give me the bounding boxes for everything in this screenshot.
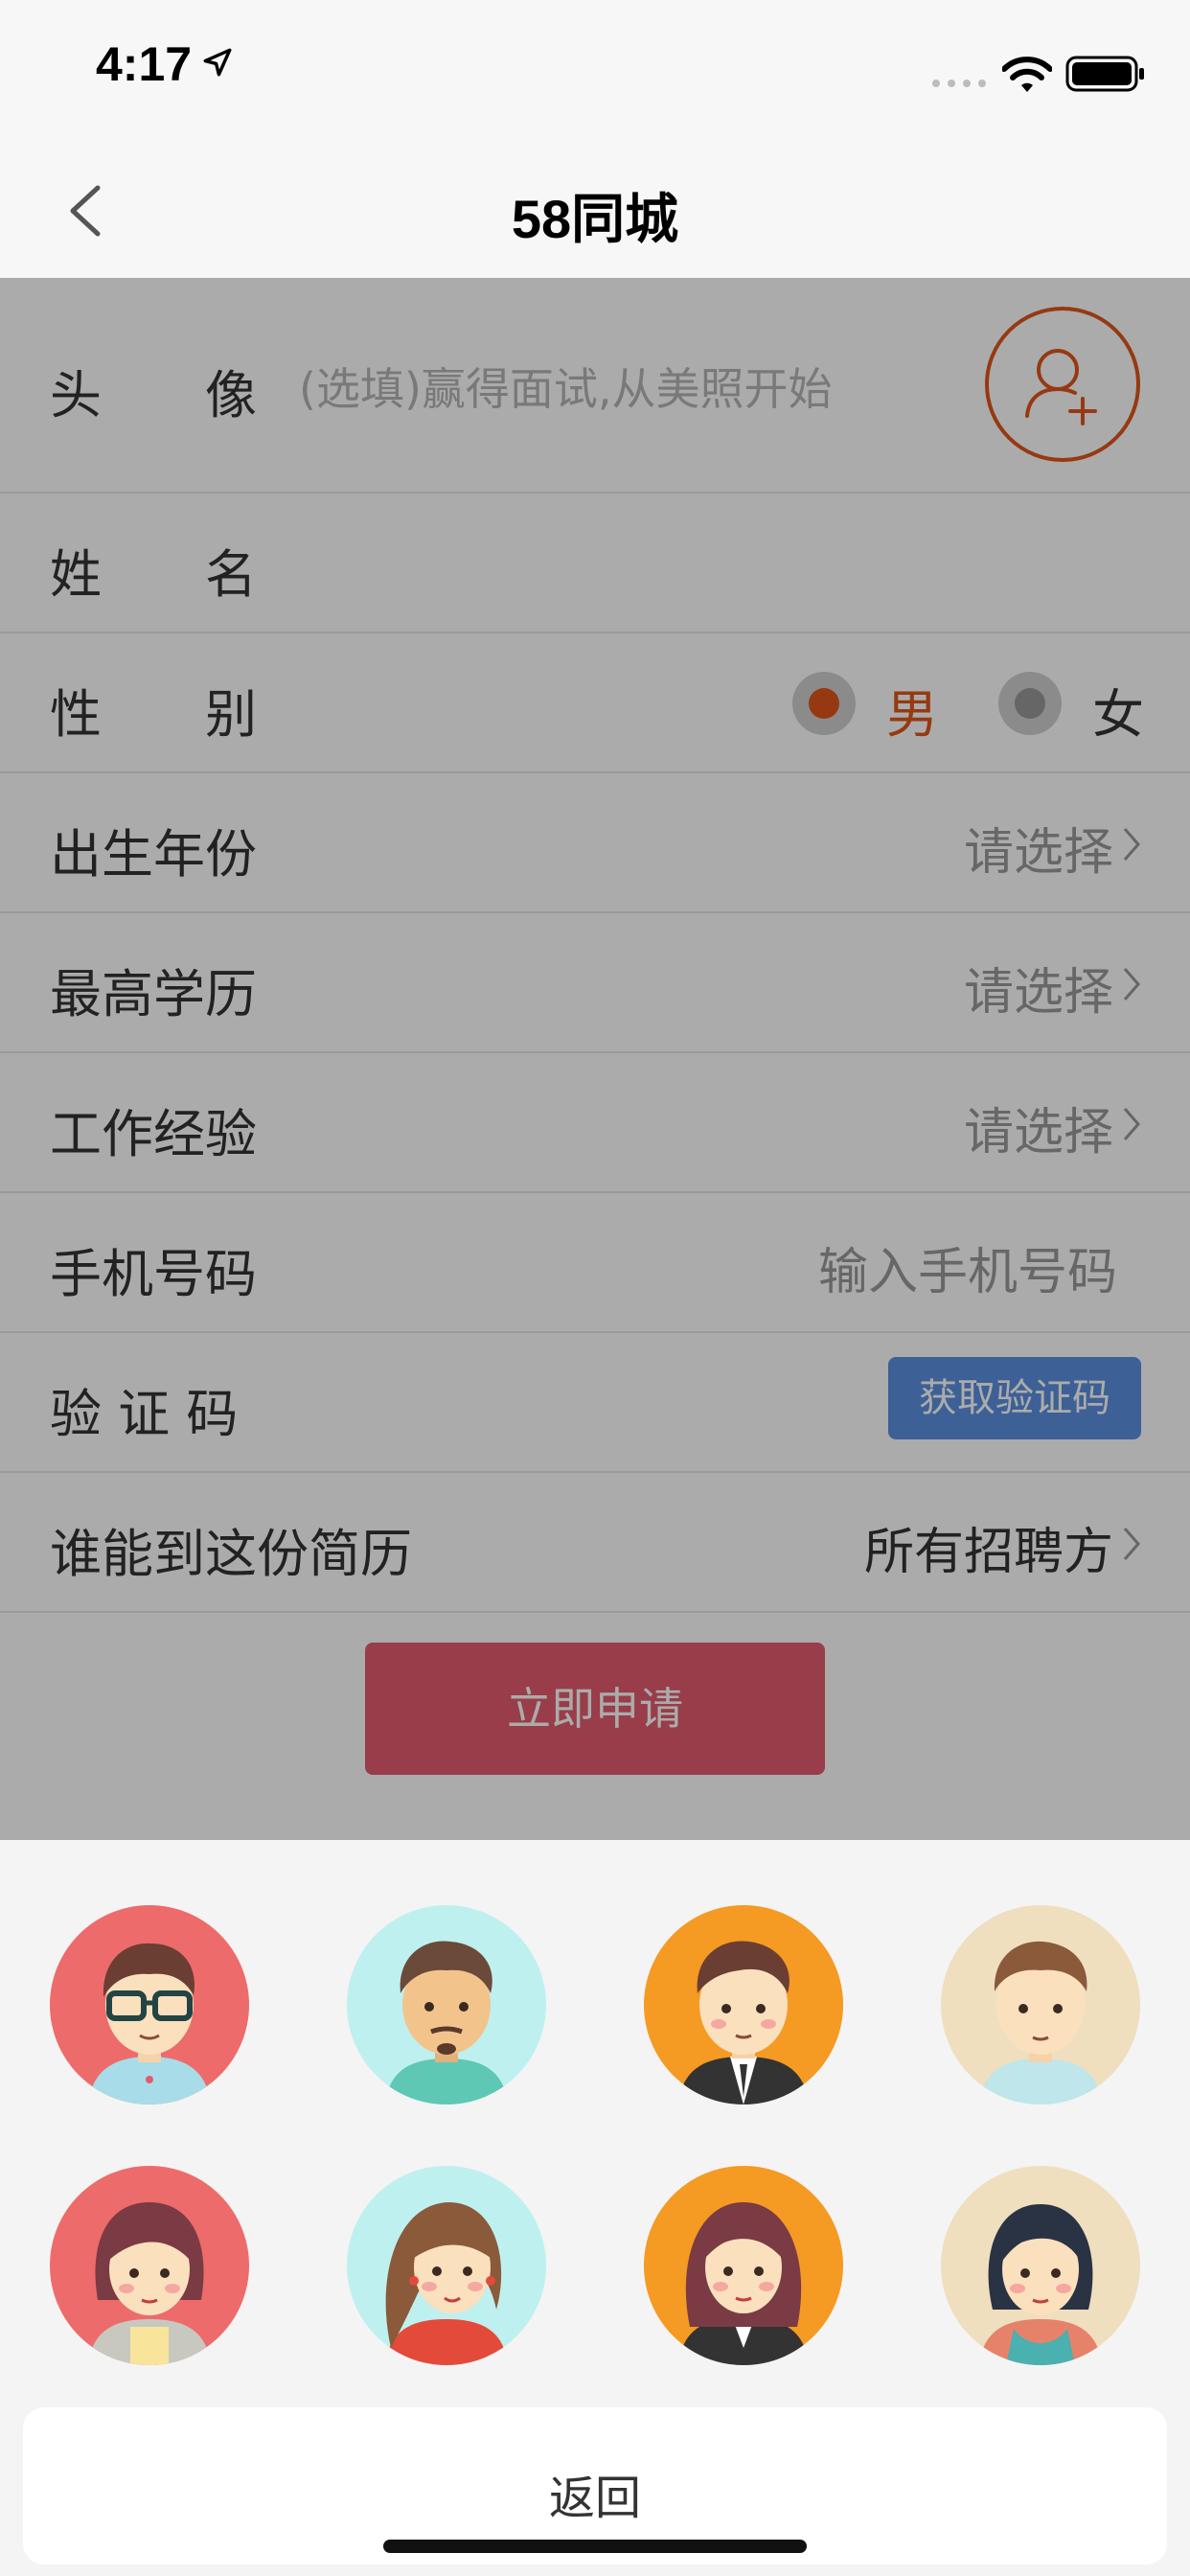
- signal-icon: [932, 80, 986, 87]
- status-time: 4:17: [96, 37, 193, 91]
- male-glasses-avatar[interactable]: [50, 1905, 249, 2104]
- page-title: 58同城: [511, 189, 679, 249]
- male-glasses-avatar-icon: [88, 1943, 211, 2104]
- male-casual-avatar-icon: [979, 1941, 1102, 2104]
- female-bob-avatar[interactable]: [50, 2166, 249, 2365]
- male-suit-avatar[interactable]: [644, 1905, 843, 2104]
- navigation-bar: 58同城: [0, 134, 1190, 278]
- location-arrow-icon: [203, 48, 232, 77]
- home-indicator[interactable]: [383, 2540, 807, 2553]
- female-casual-avatar-icon: [979, 2204, 1102, 2365]
- female-long-hair-avatar[interactable]: [347, 2166, 546, 2365]
- male-beard-avatar[interactable]: [347, 1905, 546, 2104]
- female-suit-avatar-icon: [678, 2202, 809, 2365]
- female-bob-avatar-icon: [88, 2202, 211, 2365]
- avatar-picker-sheet: 返回: [0, 1840, 1190, 2576]
- status-bar: 4:17: [0, 0, 1190, 134]
- modal-overlay[interactable]: [0, 278, 1190, 1840]
- battery-icon: [1065, 56, 1144, 92]
- female-casual-avatar[interactable]: [941, 2166, 1140, 2365]
- wifi-icon: [1002, 57, 1052, 92]
- female-suit-avatar[interactable]: [644, 2166, 843, 2365]
- male-beard-avatar-icon: [385, 1941, 508, 2104]
- male-casual-avatar[interactable]: [941, 1905, 1140, 2104]
- male-suit-avatar-icon: [678, 1941, 809, 2104]
- female-long-hair-avatar-icon: [385, 2202, 508, 2365]
